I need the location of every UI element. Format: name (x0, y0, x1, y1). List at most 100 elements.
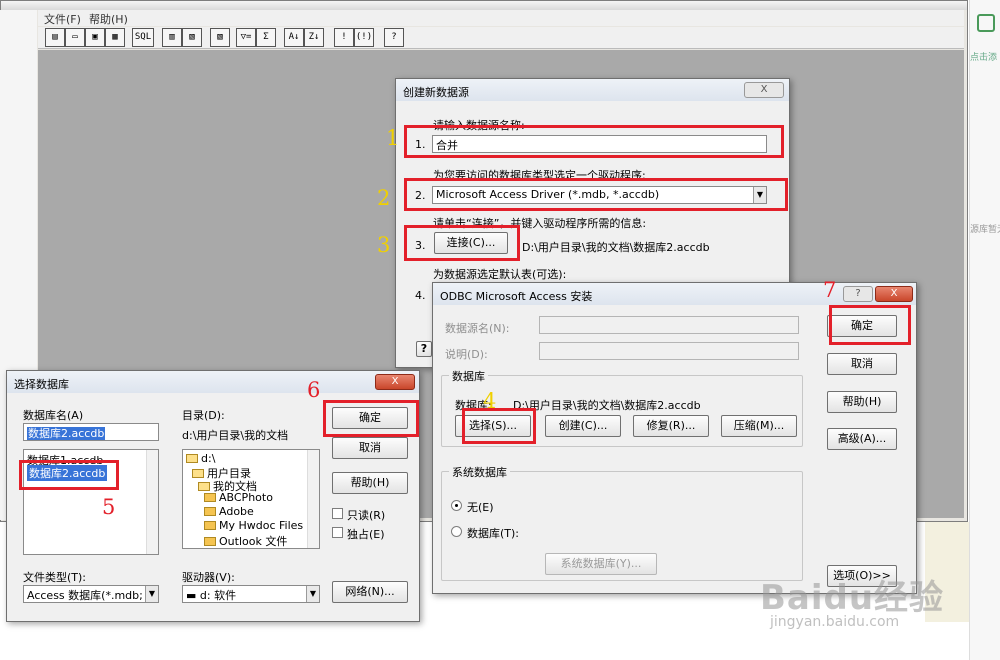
tree-item[interactable]: Outlook 文件 (204, 533, 288, 548)
step-number-5: 5 (102, 495, 116, 519)
dbname-input[interactable]: 数据库2.accdb (23, 423, 159, 441)
menu-bar: 文件(F) 帮助(H) (38, 10, 964, 26)
description-label: 说明(D): (445, 348, 488, 361)
tree-item-label: Outlook 文件 (219, 535, 288, 548)
cancel-button[interactable]: 取消 (332, 437, 408, 459)
sum-icon[interactable]: Σ (256, 28, 276, 47)
step-number-2: 2 (377, 186, 391, 210)
query-icon[interactable]: ▥ (162, 28, 182, 47)
radio-database[interactable] (451, 526, 462, 537)
step-number-4: 4 (483, 389, 497, 413)
filetype-select-value: Access 数据库(*.mdb; *. (27, 589, 156, 602)
directory-path-text: d:\用户目录\我的文档 (182, 429, 289, 442)
advanced-button[interactable]: 高级(A)... (827, 428, 897, 450)
step4-number: 4. (415, 289, 426, 302)
tree-item-label: ABCPhoto (219, 491, 273, 504)
tree-item[interactable]: ABCPhoto (204, 491, 273, 504)
close-icon[interactable]: X (875, 286, 913, 302)
help-question-button[interactable]: ? (843, 286, 873, 302)
highlight-box-step5 (19, 460, 119, 490)
save-icon[interactable]: ▣ (85, 28, 105, 47)
folder-icon (204, 537, 216, 546)
step4-label: 为数据源选定默认表(可选): (433, 268, 567, 281)
run-icon[interactable]: (!) (354, 28, 374, 47)
database-path-text: D:\用户目录\我的文档\数据库2.accdb (513, 399, 701, 412)
filetype-select[interactable]: Access 数据库(*.mdb; *. ▼ (23, 585, 159, 603)
baidu-watermark: Baidu经验 jingyan.baidu.com (760, 570, 960, 640)
dbcheck-icon[interactable]: ▧ (210, 28, 230, 47)
dsn-label: 数据源名(N): (445, 322, 510, 335)
radio-database-label: 数据库(T): (467, 527, 520, 540)
new-icon[interactable]: ▤ (45, 28, 65, 47)
highlight-box-step1 (404, 125, 784, 158)
menu-file[interactable]: 文件(F) (44, 11, 81, 27)
right-panel-empty-text: 源库暂无 (970, 225, 1000, 235)
step-number-7: 7 (823, 278, 837, 302)
watermark-main-text: Baidu经验 (760, 578, 945, 618)
folder-open-icon (186, 454, 198, 463)
exclaim-icon[interactable]: ! (334, 28, 354, 47)
radio-none[interactable] (451, 500, 462, 511)
sort-asc-icon[interactable]: A↓ (284, 28, 304, 47)
drive-select-value: d: 软件 (199, 589, 237, 602)
close-icon[interactable]: X (744, 82, 784, 98)
readonly-checkbox[interactable] (332, 508, 343, 519)
close-icon[interactable]: X (375, 374, 415, 390)
dbname-input-value: 数据库2.accdb (27, 427, 106, 440)
highlight-box-step6 (323, 400, 419, 437)
design-icon[interactable]: ▧ (182, 28, 202, 47)
exclusive-label: 独占(E) (347, 528, 385, 541)
help-button[interactable]: 帮助(H) (332, 472, 408, 494)
tree-item[interactable]: My Hwdoc Files (204, 519, 303, 532)
highlight-box-step7 (829, 305, 911, 345)
help-button[interactable]: 帮助(H) (827, 391, 897, 413)
directory-tree-scrollbar[interactable] (307, 450, 319, 548)
repair-database-button[interactable]: 修复(R)... (633, 415, 709, 437)
add-source-icon[interactable] (977, 14, 995, 32)
chevron-down-icon[interactable]: ▼ (145, 586, 158, 602)
folder-open-icon (198, 482, 210, 491)
folder-icon (204, 507, 216, 516)
create-database-button[interactable]: 创建(C)... (545, 415, 621, 437)
filetype-label: 文件类型(T): (23, 571, 87, 584)
help-icon[interactable]: ? (384, 28, 404, 47)
help-question-icon[interactable]: ? (416, 341, 432, 357)
exclusive-checkbox[interactable] (332, 527, 343, 538)
create-datasource-title: 创建新数据源 (396, 79, 789, 101)
select-database-title: 选择数据库 (7, 371, 419, 393)
drive-select[interactable]: ▬ d: 软件 ▼ (182, 585, 320, 603)
highlight-box-step2 (404, 178, 788, 211)
dbname-label: 数据库名(A) (23, 409, 84, 422)
open-icon[interactable]: ▭ (65, 28, 85, 47)
system-database-group-title: 系统数据库 (449, 464, 510, 480)
watermark-url-text: jingyan.baidu.com (770, 614, 900, 630)
tree-item-label: My Hwdoc Files (219, 519, 304, 532)
import-icon[interactable]: ▦ (105, 28, 125, 47)
chevron-down-icon[interactable]: ▼ (306, 586, 319, 602)
description-input[interactable] (539, 342, 799, 360)
filter-icon[interactable]: ▽= (236, 28, 256, 47)
toolbar: ▤ ▭ ▣ ▦ SQL ▥ ▧ ▧ ▽= Σ A↓ Z↓ ! (!) ? (38, 27, 964, 49)
tree-item[interactable]: Adobe (204, 505, 254, 518)
drive-icon: ▬ (186, 589, 200, 602)
highlight-box-step4 (462, 408, 536, 444)
dsn-input[interactable] (539, 316, 799, 334)
right-panel-text[interactable]: 点击添 (970, 50, 1000, 63)
tree-item[interactable]: d:\ (186, 452, 215, 465)
tree-item-label: Adobe (219, 505, 254, 518)
directory-tree[interactable]: d:\ 用户目录 我的文档 ABCPhoto Adobe My Hwdoc Fi… (182, 449, 320, 549)
cancel-button[interactable]: 取消 (827, 353, 897, 375)
sql-icon[interactable]: SQL (132, 28, 154, 47)
menu-help[interactable]: 帮助(H) (89, 11, 128, 27)
network-button[interactable]: 网络(N)... (332, 581, 408, 603)
directory-label: 目录(D): (182, 409, 225, 422)
system-database-button[interactable]: 系统数据库(Y)... (545, 553, 657, 575)
compact-database-button[interactable]: 压缩(M)... (721, 415, 797, 437)
sort-desc-icon[interactable]: Z↓ (304, 28, 324, 47)
radio-none-label: 无(E) (467, 501, 494, 514)
tree-item-label: d:\ (201, 452, 216, 465)
database-group-title: 数据库 (449, 368, 488, 384)
file-list-scrollbar[interactable] (146, 450, 158, 554)
highlight-box-step3 (404, 225, 520, 261)
step-number-1: 1 (386, 126, 400, 150)
